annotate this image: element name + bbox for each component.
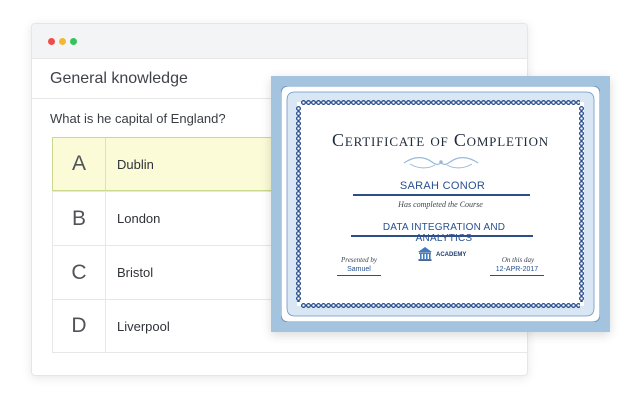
answer-letter: B — [53, 192, 106, 245]
window-titlebar — [32, 24, 527, 59]
answer-letter: A — [53, 138, 106, 190]
close-window-button[interactable] — [48, 38, 55, 45]
minimize-window-button[interactable] — [59, 38, 66, 45]
presented-by-label: Presented by — [340, 256, 378, 264]
recipient-name: SARAH CONOR — [399, 180, 486, 192]
academy-logo: ACADEMY — [417, 246, 477, 266]
answer-text: London — [117, 211, 161, 226]
certificate-date: 12-APR-2017 — [495, 266, 539, 273]
answer-text: Dublin — [117, 156, 154, 172]
date-underline — [490, 275, 544, 276]
academy-building-icon — [418, 247, 432, 261]
chain-border-bottom — [301, 303, 580, 308]
date-label: On this day — [501, 256, 535, 264]
flourish-ornament — [403, 157, 479, 169]
answer-text: Bristol — [117, 265, 154, 280]
completion-statement: Has completed the Course — [398, 200, 483, 209]
chain-border-top — [301, 100, 580, 105]
answer-letter: D — [53, 300, 106, 352]
question-text: What is he capital of England? — [50, 111, 226, 126]
quiz-title: General knowledge — [50, 70, 188, 87]
presenter-name: Samuel — [347, 266, 371, 273]
certificate: Certificate of Completion SARAH CONOR Ha… — [271, 76, 610, 332]
answer-letter: C — [53, 246, 106, 299]
certificate-heading: Certificate of Completion — [332, 130, 549, 150]
maximize-window-button[interactable] — [70, 38, 77, 45]
course-title: DATA INTEGRATION AND ANALYTICS — [382, 222, 506, 244]
academy-name: ACADEMY — [436, 252, 467, 258]
recipient-underline — [353, 194, 530, 196]
presenter-underline — [337, 275, 381, 276]
course-underline — [351, 235, 533, 237]
answer-text: Liverpool — [117, 318, 170, 334]
